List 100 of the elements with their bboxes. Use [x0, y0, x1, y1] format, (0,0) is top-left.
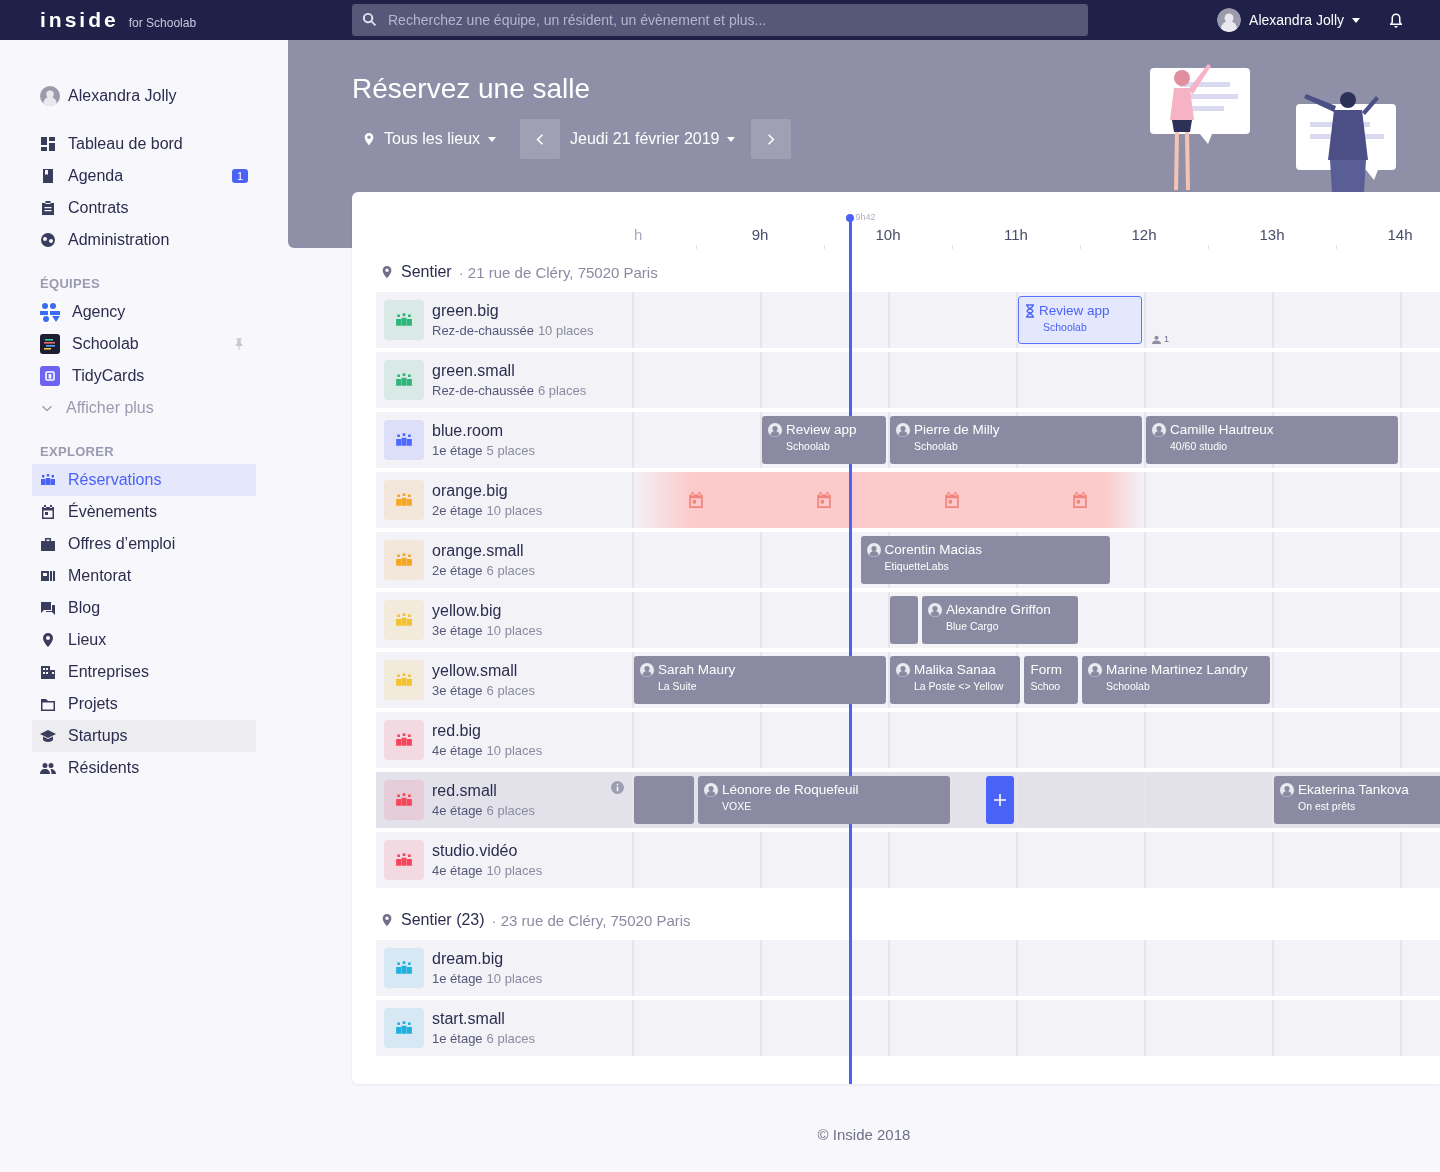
room-floor: 3e étage: [432, 623, 483, 638]
room-label-cell[interactable]: studio.vidéo 4e étage 10 places: [376, 832, 632, 888]
hour-label: 12h: [1131, 226, 1157, 243]
room-name: red.small: [432, 782, 498, 800]
team-item[interactable]: Agency: [32, 296, 256, 328]
room-timeline-track[interactable]: Review app Schoolab 1: [632, 292, 1440, 348]
room-floor: 3e étage: [432, 683, 483, 698]
booking-block[interactable]: [634, 776, 694, 824]
room-label-cell[interactable]: orange.small 2e étage 6 places: [376, 532, 632, 588]
site-address: · 23 rue de Cléry, 75020 Paris: [491, 911, 691, 929]
room-icon: [384, 780, 424, 820]
nav-item[interactable]: Administration: [32, 224, 256, 256]
room-label-cell[interactable]: green.small Rez-de-chaussée 6 places: [376, 352, 632, 408]
avatar: [928, 602, 942, 617]
room-capacity: 6 places: [537, 383, 587, 398]
search-field[interactable]: Recherchez une équipe, un résident, un évènement et plus...: [352, 4, 1088, 36]
room-label-cell[interactable]: red.small 4e étage 6 places: [376, 772, 632, 828]
booking-title: Marine Martinez Landry: [1106, 662, 1248, 677]
info-icon[interactable]: [611, 781, 624, 794]
room-icon: [384, 540, 424, 580]
room-label-cell[interactable]: yellow.small 3e étage 6 places: [376, 652, 632, 708]
building-icon: [40, 664, 56, 680]
booking-team: VOXE: [722, 800, 753, 812]
room-label-cell[interactable]: blue.room 1e étage 5 places: [376, 412, 632, 468]
nav-item[interactable]: Blog: [32, 592, 256, 624]
avatar: [768, 422, 782, 437]
chevron-right-icon: [767, 132, 776, 146]
nav-item[interactable]: Projets: [32, 688, 256, 720]
nav-item[interactable]: Mentorat: [32, 560, 256, 592]
team-item[interactable]: Schoolab: [32, 328, 256, 360]
booking-block[interactable]: [890, 596, 918, 644]
room-label-cell[interactable]: orange.big 2e étage 10 places: [376, 472, 632, 528]
booking-title: Pierre de Milly: [914, 422, 1000, 437]
booking-title: Review app: [786, 422, 857, 437]
nav-item[interactable]: Agenda 1: [32, 160, 256, 192]
hour-label: 11h: [1004, 226, 1028, 243]
booking-title: Malika Sanaa: [914, 662, 996, 677]
user-name[interactable]: Alexandra Jolly: [1249, 12, 1344, 28]
user-name[interactable]: Alexandra Jolly: [68, 87, 177, 105]
booking-team: Schoo: [1030, 680, 1062, 692]
room-capacity: 10 places: [486, 863, 543, 878]
nav-item[interactable]: Tableau de bord: [32, 128, 256, 160]
caret-icon: [488, 136, 497, 142]
location-pin-icon: [362, 131, 376, 147]
nav-item[interactable]: Lieux: [32, 624, 256, 656]
avatar: [866, 542, 881, 557]
room-label-cell[interactable]: red.big 4e étage 10 places: [376, 712, 632, 768]
booking-title: Léonore de Roquefeuil: [722, 782, 859, 797]
room-name: start.small: [432, 1010, 506, 1028]
notification-bell-icon[interactable]: [1388, 12, 1404, 28]
room-floor: Rez-de-chaussée: [432, 323, 534, 338]
room-name: yellow.big: [432, 602, 503, 620]
id-card-icon: [40, 568, 56, 584]
room-icon: [384, 480, 424, 520]
nav-item[interactable]: Offres d’emploi: [32, 528, 256, 560]
booking-title: Sarah Maury: [658, 662, 736, 677]
book-icon: [40, 168, 56, 184]
room-label-cell[interactable]: yellow.big 3e étage 10 places: [376, 592, 632, 648]
site-name: Sentier (23): [401, 911, 485, 929]
hour-label: 9h: [751, 226, 769, 243]
calendar-icon: [40, 504, 56, 520]
two-people-icon: [40, 760, 56, 776]
clipboard-icon: [40, 200, 56, 216]
user-avatar[interactable]: [1217, 8, 1242, 32]
pin-icon: [40, 632, 56, 648]
booking-title: Corentin Macias: [884, 542, 983, 557]
pin-icon[interactable]: [234, 338, 244, 350]
room-name: red.big: [432, 722, 482, 740]
room-icon: [384, 720, 424, 760]
caret-icon[interactable]: [1352, 17, 1360, 23]
add-booking-button[interactable]: [986, 776, 1014, 824]
room-floor: Rez-de-chaussée: [432, 383, 534, 398]
pending-booking-block[interactable]: Review app Schoolab: [1018, 296, 1142, 344]
nav-item[interactable]: Startups: [32, 720, 256, 752]
room-name: yellow.small: [432, 662, 519, 680]
site-name: Sentier: [401, 263, 452, 281]
previous-day-button[interactable]: [520, 119, 561, 159]
nav-item[interactable]: Entreprises: [32, 656, 256, 688]
team-logo-icon: [40, 302, 60, 322]
location-pin-icon: [380, 264, 394, 280]
hourglass-icon: [1025, 303, 1035, 318]
booking-title: Form: [1030, 662, 1062, 677]
calendar-icon: [815, 491, 833, 509]
booking-team: Schoolab: [786, 440, 831, 452]
room-label-cell[interactable]: green.big Rez-de-chaussée 10 places: [376, 292, 632, 348]
hour-label: 10h: [875, 226, 901, 243]
nav-item[interactable]: Résidents: [32, 752, 256, 784]
logo[interactable]: inside: [40, 8, 119, 32]
room-label-cell[interactable]: start.small 1e étage 6 places: [376, 1000, 632, 1056]
room-label-cell[interactable]: dream.big 1e étage 10 places: [376, 940, 632, 996]
team-item[interactable]: TidyCards: [32, 360, 256, 392]
globe-icon: [40, 232, 56, 248]
nav-item[interactable]: Réservations: [32, 464, 256, 496]
nav-item[interactable]: Évènements: [32, 496, 256, 528]
avatar: [1280, 782, 1294, 797]
calendar-icon: [1071, 491, 1089, 509]
nav-item[interactable]: Contrats: [32, 192, 256, 224]
next-day-button[interactable]: [751, 119, 792, 159]
calendar-icon: [943, 491, 961, 509]
room-floor: 1e étage: [432, 443, 483, 458]
